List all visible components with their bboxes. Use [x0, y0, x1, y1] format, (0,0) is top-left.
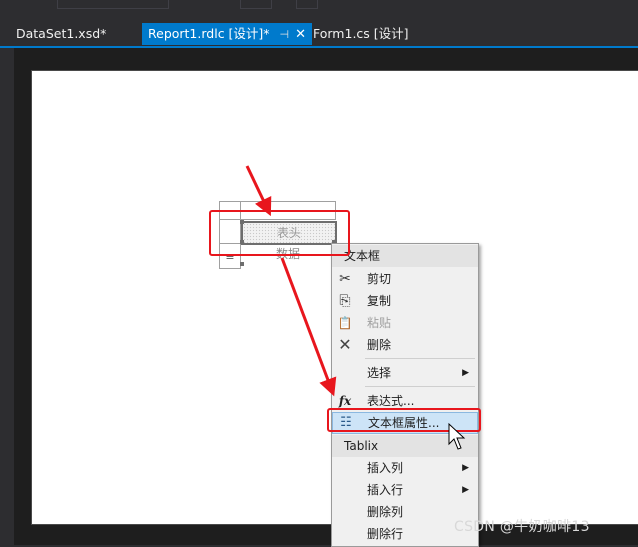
annotation-arrow-2 — [280, 257, 337, 397]
mouse-cursor-icon — [448, 422, 466, 450]
annotation-arrow-1 — [245, 165, 272, 217]
watermark: CSDN @牛奶咖啡13 — [454, 519, 590, 535]
annotation-overlay — [245, 165, 466, 450]
